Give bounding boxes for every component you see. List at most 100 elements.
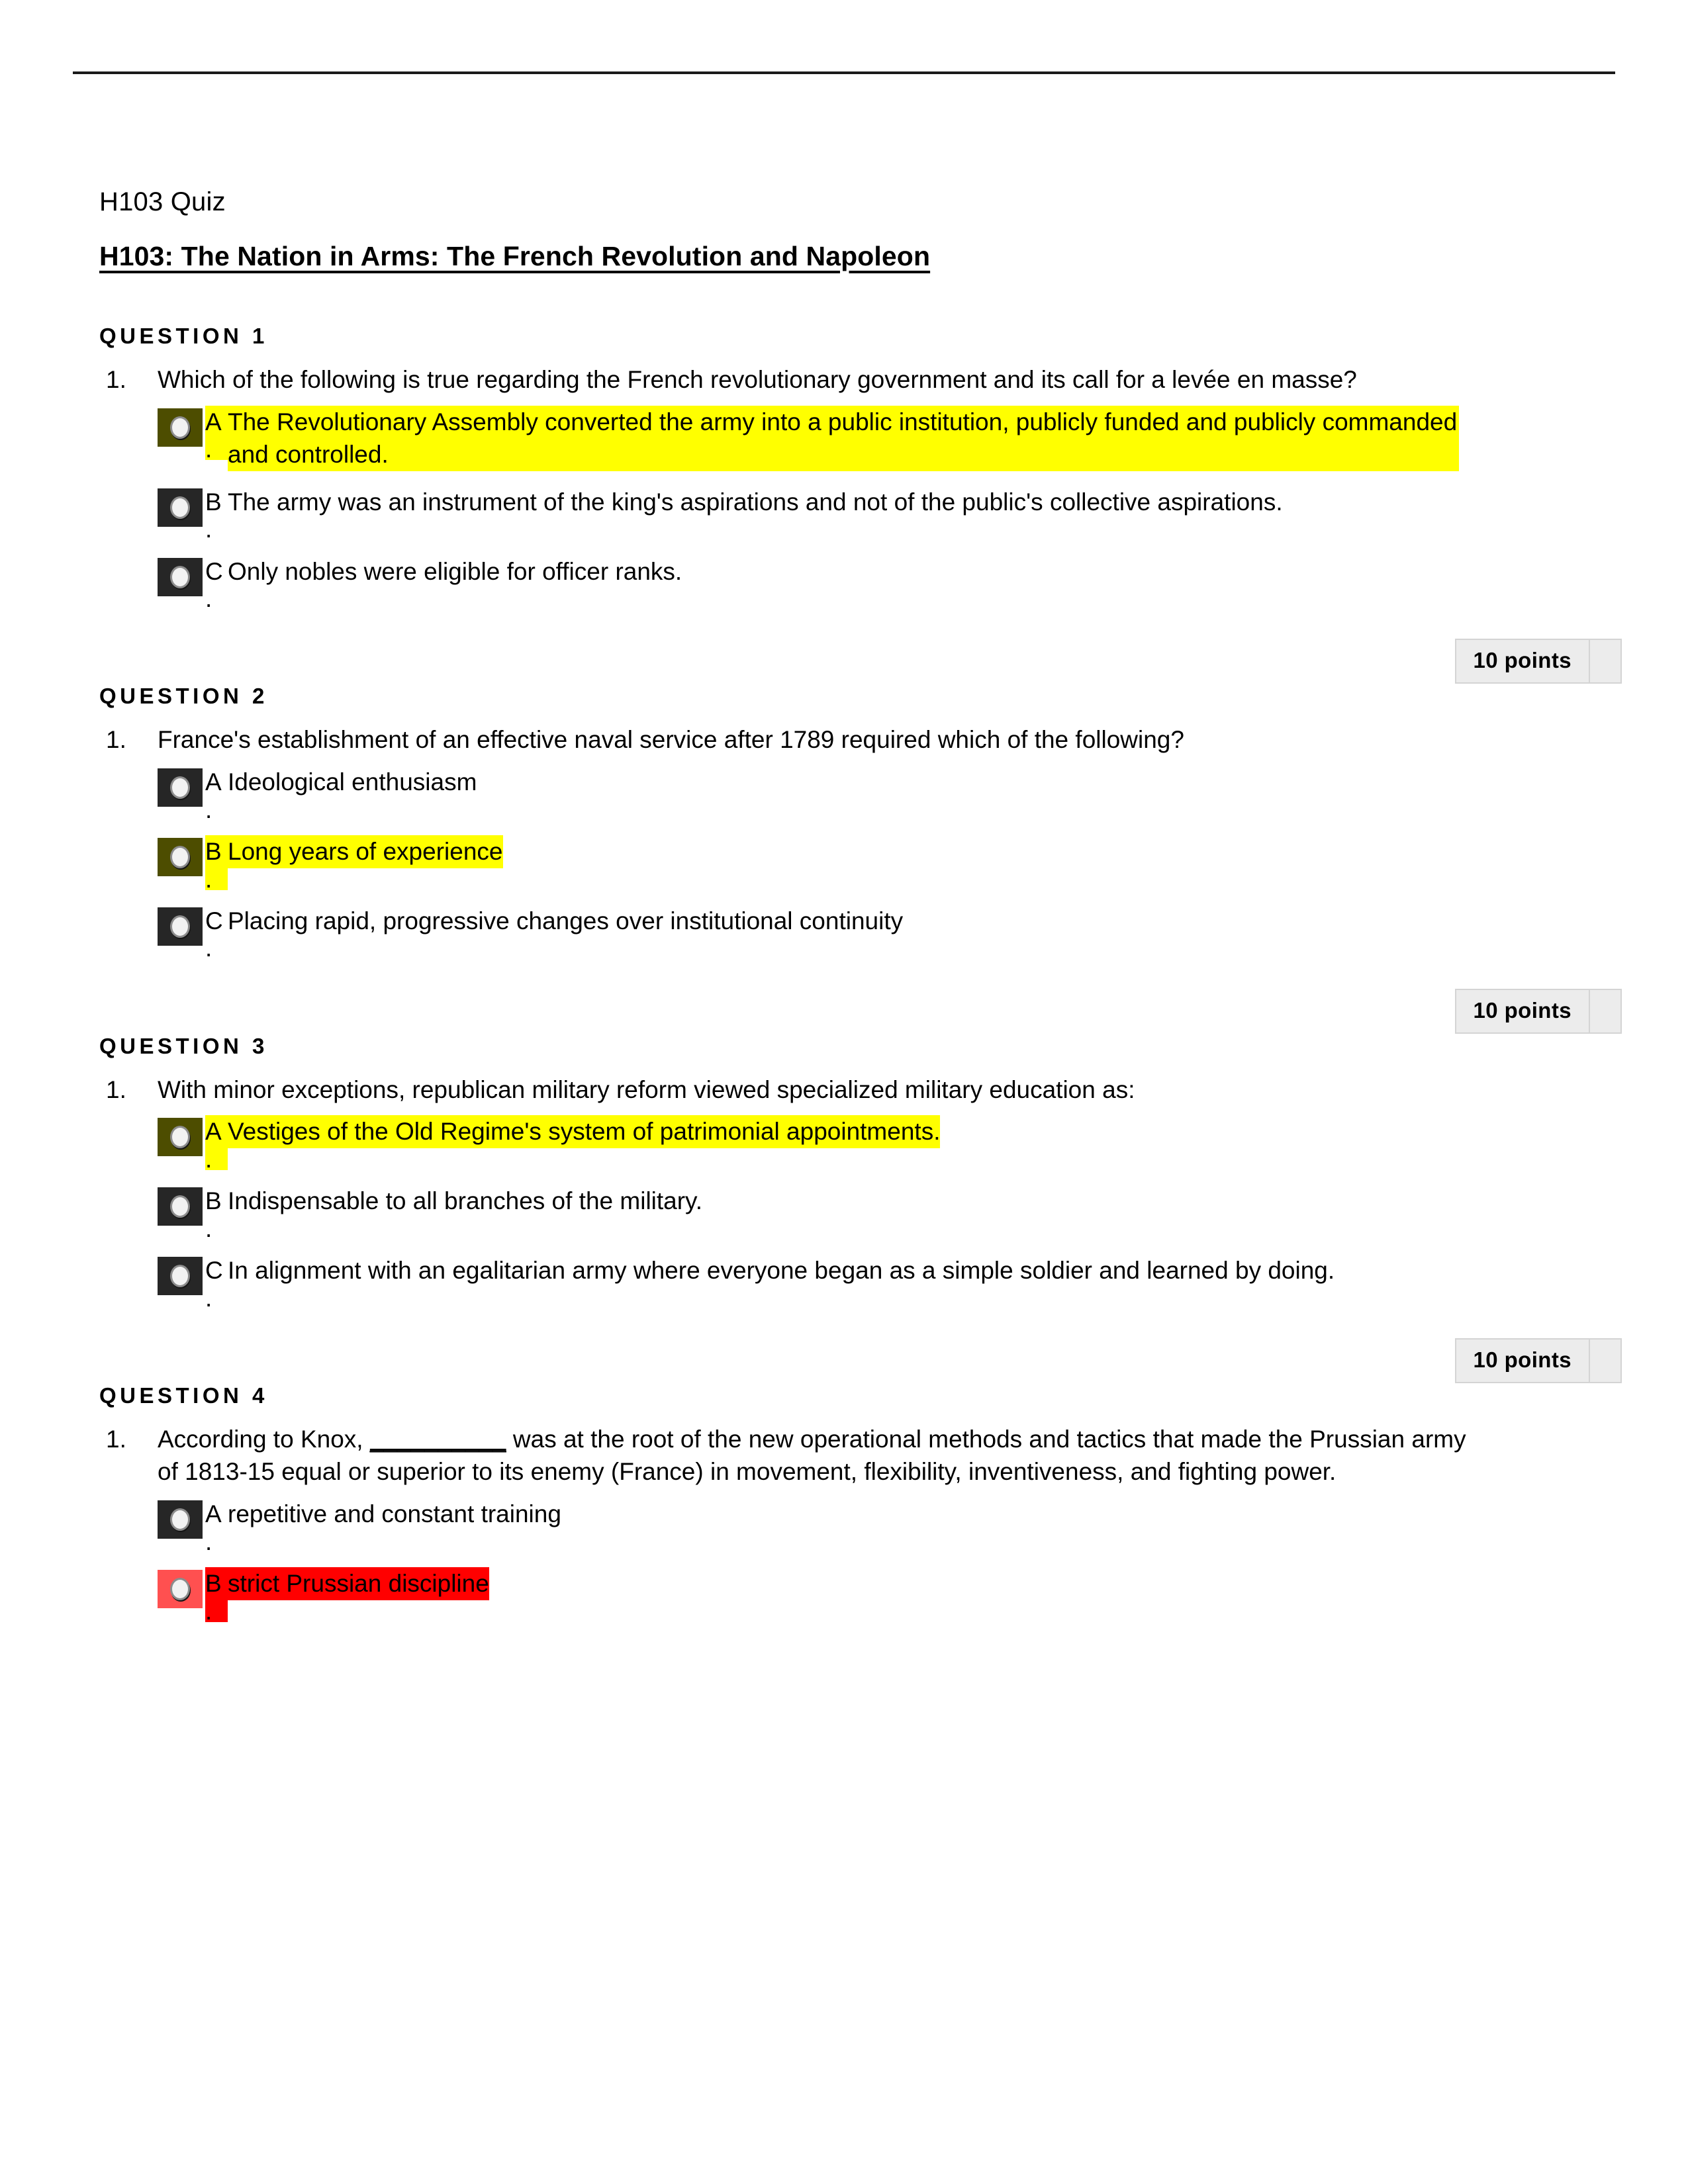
- option-row-3a[interactable]: A . Vestiges of the Old Regime's system …: [158, 1115, 1622, 1173]
- radio-dot-icon: [170, 915, 190, 938]
- page-header-rule: [73, 71, 1615, 74]
- option-text-4a: repetitive and constant training: [228, 1500, 561, 1528]
- question-number-1: 1.: [106, 366, 126, 393]
- radio-button-1b[interactable]: [158, 488, 203, 527]
- option-text-3b: Indispensable to all branches of the mil…: [228, 1187, 703, 1215]
- option-row-1b[interactable]: B . The army was an instrument of the ki…: [158, 486, 1622, 541]
- option-text-3c: In alignment with an egalitarian army wh…: [228, 1257, 1335, 1285]
- option-dot-4a: .: [205, 1527, 212, 1555]
- radio-button-2c[interactable]: [158, 907, 203, 946]
- option-letter-2b: B .: [205, 835, 228, 893]
- radio-button-2b[interactable]: [158, 837, 203, 876]
- option-text-1c: Only nobles were eligible for officer ra…: [228, 557, 682, 585]
- question-number-3: 1.: [106, 1075, 126, 1103]
- option-row-2c[interactable]: C . Placing rapid, progressive changes o…: [158, 905, 1622, 962]
- option-row-4b[interactable]: B . strict Prussian discipline: [158, 1567, 1622, 1623]
- radio-button-1c[interactable]: [158, 557, 203, 596]
- option-row-2b[interactable]: B . Long years of experience: [158, 835, 1622, 893]
- question-list-4: 1. According to Knox, __________ was at …: [99, 1423, 1622, 1623]
- option-dot-1b: .: [205, 516, 212, 543]
- question-block-2: QUESTION 2 1. France's establishment of …: [99, 684, 1622, 1034]
- points-bar-1: 10 points: [99, 639, 1622, 684]
- radio-dot-icon: [170, 1577, 190, 1600]
- points-spacer-3: [1590, 1338, 1622, 1383]
- option-row-1a[interactable]: A . The Revolutionary Assembly converted…: [158, 405, 1622, 471]
- question-prompt-3: With minor exceptions, republican milita…: [158, 1075, 1135, 1103]
- radio-dot-icon: [170, 1508, 190, 1531]
- option-row-3c[interactable]: C . In alignment with an egalitarian arm…: [158, 1254, 1622, 1312]
- prompt-blank: __________: [369, 1425, 506, 1453]
- radio-dot-icon: [170, 1265, 190, 1288]
- question-label-2: QUESTION 2: [99, 684, 268, 709]
- option-text-1b: The army was an instrument of the king's…: [228, 488, 1283, 516]
- option-row-3b[interactable]: B . Indispensable to all branches of the…: [158, 1185, 1622, 1242]
- document-title: H103 Quiz: [99, 187, 226, 216]
- radio-button-4b[interactable]: [158, 1569, 203, 1608]
- radio-button-3c[interactable]: [158, 1257, 203, 1296]
- radio-button-3b[interactable]: [158, 1187, 203, 1226]
- points-spacer-1: [1590, 639, 1622, 684]
- radio-button-4a[interactable]: [158, 1500, 203, 1539]
- option-dot-2a: .: [205, 796, 212, 823]
- radio-dot-icon: [170, 1195, 190, 1218]
- points-value-1: 10 points: [1454, 639, 1590, 684]
- radio-dot-icon: [170, 565, 190, 588]
- options-list-3: A . Vestiges of the Old Regime's system …: [158, 1115, 1622, 1312]
- question-item-1: 1. Which of the following is true regard…: [99, 363, 1622, 613]
- option-dot-2b: .: [205, 865, 212, 893]
- points-bar-3: 10 points: [99, 1338, 1622, 1383]
- question-number-4: 1.: [106, 1425, 126, 1453]
- question-item-4: 1. According to Knox, __________ was at …: [99, 1423, 1622, 1623]
- points-bar-2: 10 points: [99, 988, 1622, 1034]
- question-prompt-1: Which of the following is true regarding…: [158, 366, 1357, 393]
- option-letter-3a: A .: [205, 1115, 228, 1173]
- question-block-1: QUESTION 1 1. Which of the following is …: [99, 324, 1622, 684]
- radio-dot-icon: [170, 776, 190, 799]
- option-letter-3c: C .: [205, 1254, 228, 1312]
- option-dot-3c: .: [205, 1284, 212, 1312]
- option-dot-2c: .: [205, 934, 212, 962]
- option-letter-1c: C .: [205, 555, 228, 613]
- option-dot-1a: .: [205, 435, 212, 463]
- option-letter-1b: B .: [205, 486, 228, 543]
- option-row-2a[interactable]: A . Ideological enthusiasm: [158, 766, 1622, 823]
- points-value-3: 10 points: [1454, 1338, 1590, 1383]
- option-letter-4b: B .: [205, 1567, 228, 1623]
- quiz-content: H103 Quiz H103: The Nation in Arms: The …: [99, 185, 1622, 1637]
- radio-button-2a[interactable]: [158, 768, 203, 807]
- option-dot-3b: .: [205, 1214, 212, 1242]
- radio-button-1a[interactable]: [158, 408, 203, 447]
- points-spacer-2: [1590, 988, 1622, 1034]
- radio-button-3a[interactable]: [158, 1118, 203, 1157]
- options-list-1: A . The Revolutionary Assembly converted…: [158, 405, 1622, 613]
- option-text-2c: Placing rapid, progressive changes over …: [228, 907, 904, 934]
- question-number-2: 1.: [106, 726, 126, 754]
- options-list-4: A . repetitive and constant training B .…: [158, 1498, 1622, 1623]
- question-label-1: QUESTION 1: [99, 324, 268, 348]
- quiz-page: H103 Quiz H103: The Nation in Arms: The …: [0, 0, 1688, 2184]
- option-letter-3b: B .: [205, 1185, 228, 1242]
- option-letter-4a: A .: [205, 1498, 228, 1555]
- option-row-1c[interactable]: C . Only nobles were eligible for office…: [158, 555, 1622, 613]
- points-value-2: 10 points: [1454, 988, 1590, 1034]
- option-row-4a[interactable]: A . repetitive and constant training: [158, 1498, 1622, 1555]
- question-prompt-4: According to Knox, __________ was at the…: [158, 1423, 1475, 1488]
- option-letter-1a: A .: [205, 405, 228, 463]
- option-letter-2a: A .: [205, 766, 228, 823]
- options-list-2: A . Ideological enthusiasm B . Long year…: [158, 766, 1622, 962]
- option-text-2a: Ideological enthusiasm: [228, 768, 477, 796]
- question-item-3: 1. With minor exceptions, republican mil…: [99, 1073, 1622, 1312]
- option-text-1a: The Revolutionary Assembly converted the…: [228, 405, 1459, 471]
- question-list-1: 1. Which of the following is true regard…: [99, 363, 1622, 613]
- prompt-part-1: According to Knox,: [158, 1425, 370, 1453]
- option-dot-3a: .: [205, 1145, 212, 1173]
- option-text-4b: strict Prussian discipline: [228, 1567, 489, 1600]
- question-label-3: QUESTION 3: [99, 1033, 268, 1058]
- question-block-3: QUESTION 3 1. With minor exceptions, rep…: [99, 1034, 1622, 1383]
- radio-dot-icon: [170, 1126, 190, 1149]
- question-list-3: 1. With minor exceptions, republican mil…: [99, 1073, 1622, 1312]
- document-heading: H103: The Nation in Arms: The French Rev…: [99, 241, 931, 271]
- radio-dot-icon: [170, 845, 190, 868]
- option-dot-1c: .: [205, 585, 212, 613]
- radio-dot-icon: [170, 416, 190, 439]
